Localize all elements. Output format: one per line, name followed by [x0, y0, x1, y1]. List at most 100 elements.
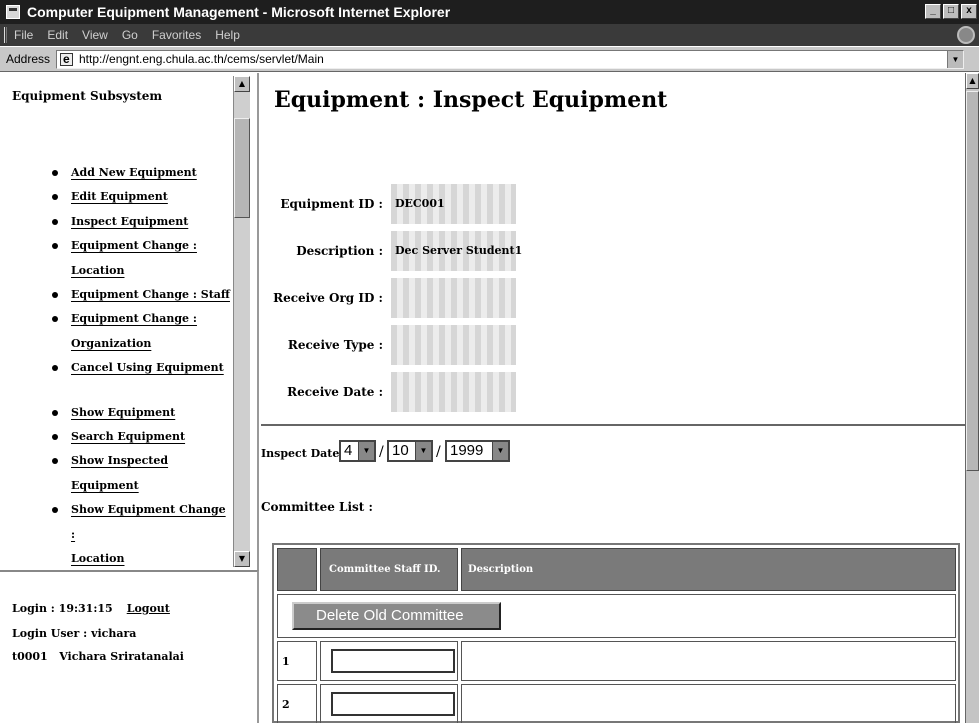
inspect-day-value: 4	[344, 442, 353, 459]
login-time-row: Login : 19:31:15 Logout	[12, 602, 170, 615]
equipment-id-value-cell: DEC001	[391, 184, 516, 224]
sidebar-item-show-inspected-equipment[interactable]: Show Inspected Equipment	[0, 449, 233, 498]
maximize-button[interactable]: □	[943, 4, 959, 19]
delete-old-committee-button[interactable]: Delete Old Committee	[292, 602, 501, 630]
sidebar-item-equipment-change-organization[interactable]: Equipment Change :	[0, 307, 233, 331]
sidebar-item-equipment-change-organization-cont[interactable]: Organization	[0, 332, 233, 356]
equipment-id-value: DEC001	[395, 197, 445, 210]
scroll-thumb[interactable]	[966, 91, 979, 471]
sidebar-title: Equipment Subsystem	[12, 89, 163, 103]
table-row-input-cell	[320, 641, 458, 681]
table-row-description	[461, 641, 956, 681]
inspect-day-select[interactable]: 4 ▼	[339, 440, 376, 462]
menu-go[interactable]: Go	[122, 24, 138, 46]
sidebar-item-show-equipment-change-location-cont[interactable]: Location	[0, 547, 233, 571]
inspect-year-select[interactable]: 1999 ▼	[445, 440, 510, 462]
user-name: Vichara Sriratanalai	[59, 650, 184, 663]
sidebar-link[interactable]: Cancel Using Equipment	[71, 361, 224, 374]
description-value-cell: Dec Server Student1	[391, 231, 522, 271]
address-dropdown-icon[interactable]: ▼	[947, 51, 963, 68]
menu-edit[interactable]: Edit	[47, 24, 68, 46]
window-controls: _ □ x	[925, 4, 977, 19]
scroll-up-icon[interactable]: ▲	[966, 73, 979, 89]
sidebar-item-inspect-equipment[interactable]: Inspect Equipment	[0, 210, 233, 234]
address-bar: Address http://engnt.eng.chula.ac.th/cem…	[0, 46, 979, 72]
delete-row: Delete Old Committee	[277, 594, 956, 638]
logout-link[interactable]: Logout	[127, 602, 170, 615]
main-scrollbar[interactable]: ▲	[965, 73, 979, 723]
menu-view[interactable]: View	[82, 24, 108, 46]
description-value: Dec Server Student1	[395, 244, 523, 257]
inspect-year-value: 1999	[450, 442, 484, 459]
committee-staff-id-input[interactable]	[331, 692, 455, 716]
receive-type-label: Receive Type :	[287, 338, 383, 352]
sidebar-item-equipment-change-location-cont[interactable]: Location	[0, 259, 233, 283]
sidebar-link[interactable]: Equipment Change :	[71, 312, 197, 325]
committee-staff-id-input[interactable]	[331, 649, 455, 673]
sidebar-link[interactable]: Show Equipment	[71, 406, 175, 419]
chevron-down-icon[interactable]: ▼	[492, 442, 508, 460]
sidebar-link[interactable]: Equipment Change : Staff	[71, 288, 230, 301]
table-row-number: 1	[277, 641, 317, 681]
sidebar-item-search-equipment[interactable]: Search Equipment	[0, 425, 233, 449]
sidebar-link[interactable]: Location	[71, 552, 125, 565]
address-label: Address	[6, 52, 51, 66]
login-user: Login User : vichara	[12, 627, 137, 640]
sidebar-item-edit-equipment[interactable]: Edit Equipment	[0, 185, 233, 209]
main-frame: Equipment : Inspect Equipment Equipment …	[261, 73, 965, 723]
chevron-down-icon[interactable]: ▼	[415, 442, 431, 460]
menu-bar: File Edit View Go Favorites Help	[0, 24, 979, 46]
scroll-thumb[interactable]	[234, 118, 250, 218]
minimize-button[interactable]: _	[925, 4, 941, 19]
sidebar-item-show-equipment[interactable]: Show Equipment	[0, 401, 233, 425]
sidebar-link[interactable]: Organization	[71, 337, 151, 350]
date-separator: /	[379, 444, 384, 460]
table-row-number: 2	[277, 684, 317, 723]
sidebar-item-equipment-change-location[interactable]: Equipment Change :	[0, 234, 233, 258]
sidebar-link[interactable]: Inspect Equipment	[71, 215, 188, 228]
page-icon	[60, 51, 73, 68]
description-label: Description :	[296, 244, 383, 258]
ie-logo-icon	[957, 26, 975, 44]
toolbar-grip	[4, 27, 7, 43]
receive-org-id-label: Receive Org ID :	[273, 291, 383, 305]
menu-file[interactable]: File	[14, 24, 33, 46]
sidebar-link[interactable]: Location	[71, 264, 125, 277]
sidebar-scrollbar[interactable]: ▲ ▼	[233, 76, 250, 567]
sidebar-link[interactable]: Edit Equipment	[71, 190, 168, 203]
address-input[interactable]: http://engnt.eng.chula.ac.th/cems/servle…	[56, 50, 964, 69]
receive-date-value-cell	[391, 372, 516, 412]
sidebar-link[interactable]: Equipment Change :	[71, 239, 197, 252]
receive-date-label: Receive Date :	[287, 385, 383, 399]
sidebar-link[interactable]: Add New Equipment	[71, 166, 197, 179]
page-title: Equipment : Inspect Equipment	[274, 87, 668, 113]
inspect-month-value: 10	[392, 442, 409, 459]
close-button[interactable]: x	[961, 4, 977, 19]
menu-favorites[interactable]: Favorites	[152, 24, 201, 46]
inspect-month-select[interactable]: 10 ▼	[387, 440, 433, 462]
sidebar-item-show-equipment-change-location[interactable]: Show Equipment Change :	[0, 498, 233, 547]
equipment-id-label: Equipment ID :	[280, 197, 383, 211]
inspect-date-label: Inspect Date :	[261, 447, 348, 460]
table-header-description: Description	[461, 548, 956, 591]
sidebar-link[interactable]: Show Inspected Equipment	[71, 454, 168, 491]
sidebar-frame: Equipment Subsystem Add New Equipment Ed…	[0, 73, 259, 570]
login-user-name-row: t0001 Vichara Sriratanalai	[12, 650, 184, 663]
sidebar-link[interactable]: Search Equipment	[71, 430, 185, 443]
sidebar-item-equipment-change-staff[interactable]: Equipment Change : Staff	[0, 283, 233, 307]
section-divider	[261, 424, 965, 426]
table-row-input-cell	[320, 684, 458, 723]
sidebar-nav: Add New Equipment Edit Equipment Inspect…	[0, 161, 233, 572]
committee-table: Committee Staff ID. Description Delete O…	[272, 543, 960, 723]
table-header-staff-id: Committee Staff ID.	[320, 548, 458, 591]
ie-app-icon	[6, 5, 20, 19]
sidebar-item-add-new-equipment[interactable]: Add New Equipment	[0, 161, 233, 185]
sidebar-item-cancel-using-equipment[interactable]: Cancel Using Equipment	[0, 356, 233, 380]
scroll-up-icon[interactable]: ▲	[234, 76, 250, 92]
scroll-down-icon[interactable]: ▼	[234, 551, 250, 567]
menu-help[interactable]: Help	[215, 24, 240, 46]
sidebar-spacer	[0, 381, 233, 401]
login-time: Login : 19:31:15	[12, 602, 113, 615]
sidebar-link[interactable]: Show Equipment Change :	[71, 503, 226, 540]
chevron-down-icon[interactable]: ▼	[358, 442, 374, 460]
